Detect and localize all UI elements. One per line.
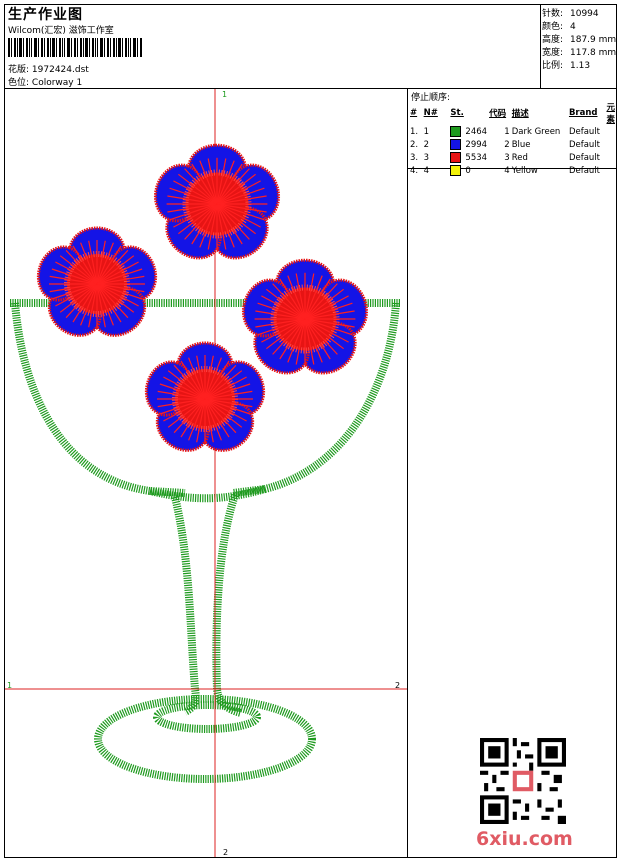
table-row: 2. 2 2994 2 Blue Default [409,138,616,151]
company-name: Wilcom(汇宏) 滋饰工作室 [8,26,114,36]
cell-brand: Default [568,165,601,176]
design-canvas: 1 2 1 2 [5,89,407,857]
colorway-row: 色位: Colorway 1 [8,75,82,88]
guide-label-left: 1 [7,681,12,690]
color-swatch [450,165,462,176]
cell-elem [605,164,616,177]
design-label: 花版: [8,65,30,75]
flower-motif [144,341,266,452]
cell-desc: Dark Green [511,126,561,137]
stat-height: 高度: 187.9 mm [542,35,617,45]
cell-elem [605,125,616,138]
cell-n: 2 [423,139,430,150]
color-swatch [450,126,462,137]
stitch-count: 2464 [465,127,488,137]
table-row: 1. 1 2464 1 Dark Green Default [409,125,616,138]
flower-motif [153,143,281,260]
cell-brand: Default [568,152,601,163]
guide-label-top: 1 [222,90,227,99]
stitch-count: 2994 [465,140,488,150]
stat-colors: 颜色: 4 [542,22,576,32]
stats-divider [540,4,541,88]
cell-code: 3 [504,152,510,163]
design-name-row: 花版: 1972424.dst [8,62,89,75]
cell-idx: 1. [410,126,419,137]
colorway-label: 色位: [8,78,30,88]
table-header: # N# St. 代码 描述 Brand 元素 [410,103,615,125]
qr-code-icon [480,738,566,824]
colorway-value: Colorway 1 [31,78,83,88]
cell-n: 1 [423,126,430,137]
cell-desc: Yellow [511,165,538,176]
guide-label-right: 2 [395,681,400,690]
canvas-divider [407,88,408,858]
barcode-icon [8,38,142,57]
cell-idx: 2. [410,139,419,150]
watermark-logo: 6xiu.com [476,828,573,850]
cell-idx: 3. [410,152,419,163]
stat-scale: 比例: 1.13 [542,61,591,71]
cell-code: 4 [504,165,510,176]
design-value: 1972424.dst [31,65,89,75]
cell-code: 1 [504,126,510,137]
flower-motif [36,226,158,337]
cell-idx: 4. [410,165,419,176]
stop-sequence-table: # N# St. 代码 描述 Brand 元素 1. 1 2464 1 Dark Gre… [409,101,616,177]
cell-brand: Default [568,139,601,150]
stat-width: 宽度: 117.8 mm [542,48,617,58]
cell-code: 2 [504,139,510,150]
page-title: 生产作业图 [8,7,83,23]
cell-desc: Red [511,152,528,163]
cell-desc: Blue [511,139,531,150]
table-row: 4. 4 0 4 Yellow Default [409,164,616,177]
stitch-count: 0 [465,166,471,176]
stitch-count: 5534 [465,153,488,163]
cell-brand: Default [568,126,601,137]
cell-n: 4 [423,165,430,176]
color-swatch [450,152,462,163]
flower-motif [241,258,369,375]
cell-elem [605,151,616,164]
guide-label-bottom: 2 [223,848,228,857]
stat-stitches: 针数: 10994 [542,9,599,19]
cell-n: 3 [423,152,430,163]
color-swatch [450,139,462,150]
cell-elem [605,138,616,151]
table-row: 3. 3 5534 3 Red Default [409,151,616,164]
